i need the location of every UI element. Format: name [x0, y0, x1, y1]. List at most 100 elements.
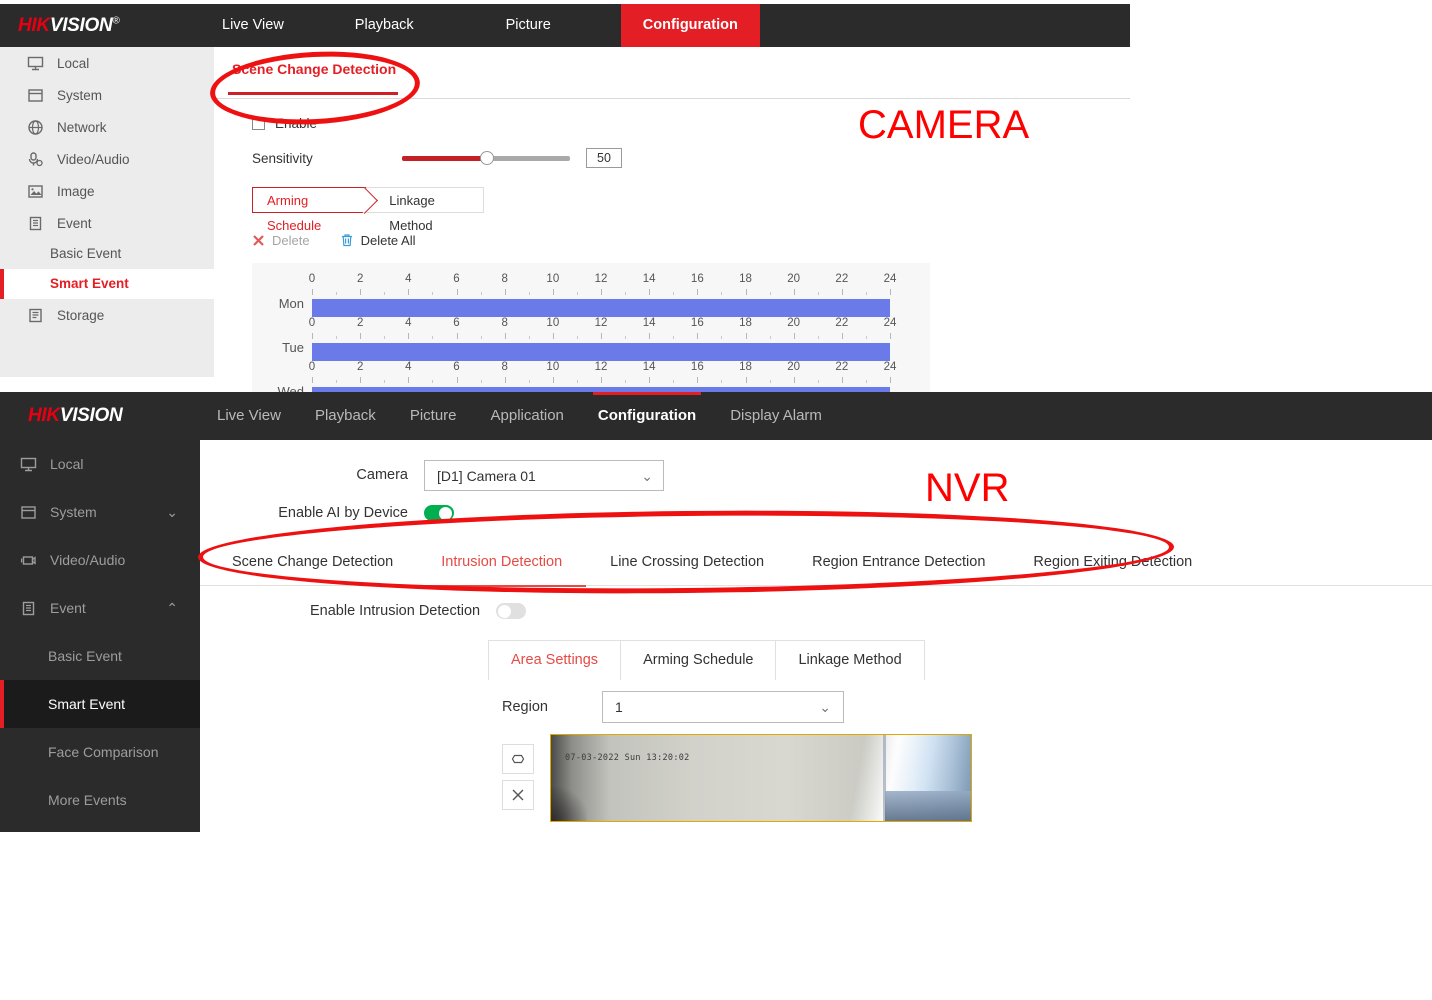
nvr-sidebar-item-smart-event[interactable]: Smart Event — [0, 680, 200, 728]
enable-ai-toggle[interactable] — [424, 505, 454, 521]
subtab-linkage-method[interactable]: Linkage Method — [366, 187, 484, 233]
enable-checkbox[interactable] — [252, 116, 265, 130]
arming-schedule-grid[interactable]: Mon 0 2 4 6 8 10 12 14 16 18 20 22 24 Tue 0 2 4 6 8 10 12 1… — [252, 263, 930, 405]
schedule-tick-major — [841, 377, 843, 383]
subtab-arming-schedule[interactable]: Arming Schedule — [252, 187, 367, 233]
nvr-content-area: Camera [D1] Camera 01 ⌄ Enable AI by Dev… — [200, 440, 1432, 822]
schedule-tick-minor — [528, 292, 530, 295]
camera-sidebar-label: Video/Audio — [57, 151, 130, 167]
camera-sidebar-item-storage[interactable]: Storage — [0, 299, 214, 331]
sensitivity-slider[interactable] — [402, 148, 570, 168]
camera-top-header: HIKVISION® Live View Playback Picture Co… — [0, 4, 1130, 47]
nvr-sidebar-item-face-comparison[interactable]: Face Comparison — [0, 728, 200, 776]
tab-arming-schedule[interactable]: Arming Schedule — [620, 640, 777, 680]
tab-region-exiting-detection[interactable]: Region Exiting Detection — [1009, 538, 1216, 586]
nvr-nav-application[interactable]: Application — [474, 392, 581, 440]
camera-nav-configuration[interactable]: Configuration — [620, 4, 760, 47]
slider-fill — [402, 156, 486, 161]
camera-live-preview[interactable]: 07-03-2022 Sun 13:20:02 — [550, 734, 972, 822]
schedule-tick-label: 10 — [546, 273, 560, 285]
schedule-tick-label: 8 — [501, 361, 508, 373]
nvr-sidebar-label: Event — [50, 600, 86, 616]
camera-nav-picture[interactable]: Picture — [484, 4, 573, 47]
tab-area-settings[interactable]: Area Settings — [488, 640, 622, 680]
schedule-tick-label: 18 — [739, 317, 752, 329]
camera-sidebar-item-basic-event[interactable]: Basic Event — [0, 239, 214, 269]
tab-scene-change-detection[interactable]: Scene Change Detection — [208, 538, 417, 586]
schedule-tick-major — [745, 377, 747, 383]
camera-sidebar: Local System Network Video/Audio Image E… — [0, 47, 214, 377]
camera-sidebar-item-smart-event[interactable]: Smart Event — [0, 269, 214, 299]
camera-page-tabrow: Scene Change Detection — [214, 47, 1130, 99]
nvr-sidebar-item-event[interactable]: Event ⌃ — [0, 584, 200, 632]
camera-sidebar-item-video-audio[interactable]: Video/Audio — [0, 143, 214, 175]
schedule-tick-label: 24 — [883, 361, 897, 373]
camera-sidebar-item-network[interactable]: Network — [0, 111, 214, 143]
schedule-tick-major — [793, 333, 795, 339]
hexagon-draw-icon[interactable] — [502, 744, 534, 774]
schedule-tick-major — [793, 377, 795, 383]
schedule-tick-label: 22 — [835, 361, 849, 373]
tab-line-crossing-detection[interactable]: Line Crossing Detection — [586, 538, 788, 586]
nvr-web-panel: HIKVISION Live View Playback Picture App… — [0, 392, 1432, 832]
camera-select[interactable]: [D1] Camera 01 ⌄ — [424, 459, 664, 491]
schedule-tick-major — [697, 289, 699, 295]
enable-intrusion-label: Enable Intrusion Detection — [310, 603, 481, 619]
camera-nav-playback[interactable]: Playback — [333, 4, 436, 47]
schedule-tick-major — [312, 289, 313, 295]
camera-sidebar-item-system[interactable]: System — [0, 79, 214, 111]
nvr-sidebar-item-more-events[interactable]: More Events — [0, 776, 200, 824]
nvr-sidebar-item-local[interactable]: Local — [0, 440, 200, 488]
schedule-tick-minor — [384, 292, 386, 295]
enable-row: Enable — [252, 111, 1130, 135]
nvr-nav-picture[interactable]: Picture — [393, 392, 474, 440]
schedule-bar[interactable] — [312, 299, 890, 317]
nvr-nav-configuration[interactable]: Configuration — [581, 392, 713, 440]
schedule-tick-minor — [480, 292, 482, 295]
tab-scene-change-detection[interactable]: Scene Change Detection — [232, 61, 396, 77]
camera-sidebar-item-local[interactable]: Local — [0, 47, 214, 79]
logo-vision-text: VISION — [59, 405, 123, 426]
tab-region-entrance-detection[interactable]: Region Entrance Detection — [788, 538, 1009, 586]
enable-ai-row: Enable AI by Device — [200, 496, 1432, 530]
schedule-tick-label: 16 — [690, 317, 704, 329]
camera-form-body: Enable Sensitivity 50 Arming Schedule Li… — [214, 99, 1130, 405]
nvr-sidebar-item-basic-event[interactable]: Basic Event — [0, 632, 200, 680]
logo-hik-text: HIK — [18, 14, 50, 36]
schedule-tick-label: 2 — [356, 317, 364, 329]
tab-intrusion-detection[interactable]: Intrusion Detection — [417, 538, 587, 587]
schedule-tick-minor — [865, 380, 867, 383]
camera-sidebar-label: Local — [57, 55, 90, 71]
schedule-tick-minor — [673, 336, 675, 339]
camera-content-area: Scene Change Detection Enable Sensitivit… — [214, 47, 1130, 405]
schedule-track[interactable]: 0 2 4 6 8 10 12 14 16 18 20 22 24 — [308, 317, 896, 361]
clipboard-icon — [20, 600, 50, 617]
schedule-bar[interactable] — [312, 343, 890, 361]
window-icon — [20, 504, 50, 521]
nvr-nav-playback[interactable]: Playback — [298, 392, 393, 440]
schedule-tick-minor — [769, 380, 771, 383]
slider-handle[interactable] — [480, 151, 494, 165]
clear-x-icon[interactable] — [502, 780, 534, 810]
schedule-tick-label: 20 — [787, 361, 801, 373]
schedule-tick-minor — [336, 292, 338, 295]
tab-linkage-method[interactable]: Linkage Method — [775, 640, 925, 680]
sensitivity-value-input[interactable]: 50 — [586, 148, 622, 168]
schedule-tick-major — [745, 333, 747, 339]
schedule-tick-label: 0 — [308, 317, 316, 329]
enable-intrusion-toggle[interactable] — [496, 603, 527, 619]
schedule-track[interactable]: 0 2 4 6 8 10 12 14 16 18 20 22 24 — [309, 273, 896, 317]
nvr-sidebar-item-system[interactable]: System ⌄ — [0, 488, 200, 536]
nvr-nav-display-alarm[interactable]: Display Alarm — [713, 392, 839, 440]
camera-select-row: Camera [D1] Camera 01 ⌄ — [200, 440, 1432, 496]
nvr-nav-live-view[interactable]: Live View — [200, 392, 298, 440]
camera-sidebar-item-event[interactable]: Event — [0, 207, 214, 239]
schedule-tick-minor — [673, 292, 675, 295]
schedule-tick-label: 24 — [883, 273, 897, 285]
nvr-sidebar-item-video-audio[interactable]: Video/Audio — [0, 536, 200, 584]
camera-nav-live-view[interactable]: Live View — [200, 4, 306, 47]
schedule-tick-minor — [769, 292, 771, 295]
schedule-tick-major — [649, 377, 651, 383]
camera-sidebar-item-image[interactable]: Image — [0, 175, 214, 207]
region-select[interactable]: 1 ⌄ — [602, 691, 844, 723]
